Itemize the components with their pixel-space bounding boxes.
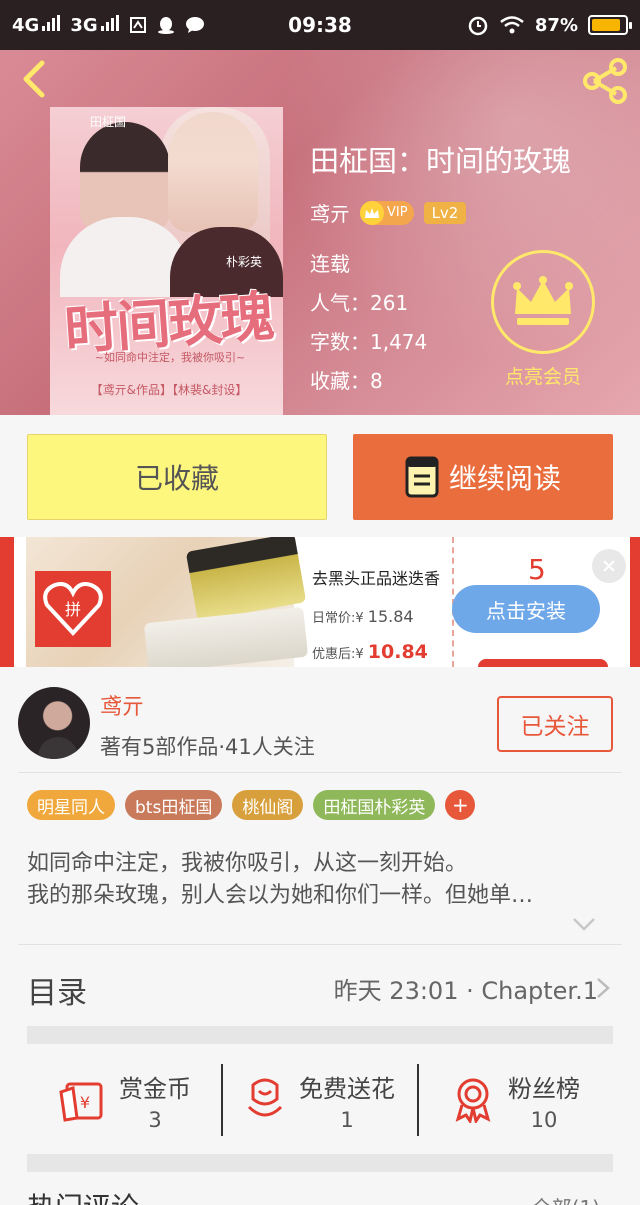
book-title: 田柾国：时间的玫瑰 [310, 144, 572, 178]
description-line: 我的那朵玫瑰，别人会以为她和你们一样。但她单… [27, 883, 534, 908]
alarm-icon [468, 16, 488, 36]
cover-subtitle: ~如同命中注定，我被你吸引~ [94, 351, 246, 364]
book-description[interactable]: 如同命中注定，我被你吸引，从这一刻开始。 我的那朵玫瑰，别人会以为她和你们一样。… [27, 848, 617, 912]
stat-label: 免费送花 [299, 1074, 395, 1103]
status-bar: 4G 3G 09:38 87% [0, 0, 640, 50]
vip-badge: VIP [360, 200, 414, 225]
continue-reading-label: 继续阅读 [448, 462, 561, 495]
divider [18, 772, 622, 773]
coin-bag-icon: ¥ [59, 1082, 103, 1122]
ad-close-button[interactable] [592, 549, 626, 583]
ad-sale-price: 优惠后:¥ 10.84 [312, 641, 428, 663]
stat-reward-coins[interactable]: ¥ 赏金币 3 [27, 1069, 221, 1132]
member-button[interactable]: 点亮会员 [488, 250, 598, 395]
flower-icon [247, 1078, 283, 1117]
book-cover[interactable]: 田柾国 朴彩英 时间玫瑰 ~如同命中注定，我被你吸引~ 【鸢亓&作品】【林裴&封… [50, 107, 283, 415]
book-header: 田柾国 朴彩英 时间玫瑰 ~如同命中注定，我被你吸引~ 【鸢亓&作品】【林裴&封… [0, 50, 640, 415]
popularity: 人气：261 [310, 291, 409, 315]
word-count: 字数：1,474 [310, 330, 428, 354]
wifi-icon [500, 16, 524, 34]
section-divider [27, 1026, 613, 1044]
cover-credits: 【鸢亓&作品】【林裴&封设】 [90, 383, 248, 397]
latest-chapter: 昨天 23:01 · Chapter.1 [333, 977, 598, 1005]
network-3g: 3G [70, 14, 119, 36]
tag-item[interactable]: 桃仙阁 [232, 790, 304, 820]
avatar[interactable] [18, 687, 90, 759]
close-icon [603, 560, 615, 572]
followed-button[interactable]: 已关注 [497, 696, 613, 752]
share-button[interactable] [580, 58, 630, 104]
network-4g: 4G [12, 14, 61, 36]
tag-list: 明星同人 bts田柾国 桃仙阁 田柾国朴彩英 + [27, 790, 476, 820]
author-row: 鸢亓 VIP Lv2 [310, 198, 467, 227]
chevron-left-icon [23, 60, 45, 98]
toc-label: 目录 [27, 976, 87, 1011]
stat-value: 10 [530, 1107, 558, 1132]
book-status: 连载 [310, 252, 350, 276]
continue-reading-button[interactable]: 继续阅读 [353, 434, 613, 520]
svg-text:¥: ¥ [80, 1093, 90, 1112]
author-name[interactable]: 鸢亓 [310, 198, 350, 227]
ad-regular-price: 日常价:¥ 15.84 [312, 607, 414, 626]
tag-item[interactable]: 明星同人 [27, 790, 115, 820]
member-label: 点亮会员 [504, 366, 581, 388]
crown-icon [513, 276, 573, 325]
tag-item[interactable]: 田柾国朴彩英 [313, 790, 436, 820]
pinduoduo-logo: 拼 [35, 571, 111, 647]
reward-stats: ¥ 赏金币 3 免费送花 1 粉丝榜 10 [27, 1045, 613, 1155]
description-line: 如同命中注定，我被你吸引，从这一刻开始。 [27, 851, 468, 876]
author-card-name[interactable]: 鸢亓 [100, 689, 144, 721]
battery-icon [588, 15, 632, 35]
tag-item[interactable]: bts田柾国 [125, 790, 223, 820]
favorited-button[interactable]: 已收藏 [27, 434, 327, 520]
add-tag-button[interactable]: + [445, 790, 476, 820]
all-comments-link[interactable]: 全部(1) [532, 1192, 600, 1205]
battery-fill [592, 19, 620, 31]
hot-comments-title: 热门评论 [27, 1186, 139, 1205]
cover-tag-left: 田柾国 [90, 115, 127, 129]
ad-banner[interactable]: 拼 去黑头正品迷迭香 日常价:¥ 15.84 优惠后:¥ 10.84 5 点击安… [0, 537, 640, 667]
svg-text:拼: 拼 [65, 600, 81, 619]
stat-value: 1 [340, 1107, 354, 1132]
book-icon [405, 456, 439, 498]
stat-label: 赏金币 [119, 1074, 191, 1103]
crown-icon [360, 200, 384, 225]
author-stats: 著有5部作品·41人关注 [100, 735, 315, 759]
action-bar: 已收藏 继续阅读 [0, 415, 640, 537]
chevron-right-icon [597, 978, 610, 998]
nfc-icon [129, 17, 146, 33]
favorite-count: 收藏：8 [310, 369, 383, 393]
award-ribbon-icon [455, 1078, 491, 1123]
share-icon [583, 58, 627, 104]
qq-icon [157, 17, 174, 34]
stat-free-flowers[interactable]: 免费送花 1 [223, 1069, 417, 1132]
ad-install-button[interactable]: 点击安装 [452, 585, 600, 633]
level-badge: Lv2 [423, 201, 467, 224]
table-of-contents-row[interactable]: 目录 昨天 23:01 · Chapter.1 [0, 945, 640, 1025]
chevron-down-icon [573, 918, 595, 931]
ad-title: 去黑头正品迷迭香 [312, 569, 441, 588]
expand-button[interactable] [572, 916, 596, 935]
back-button[interactable] [14, 56, 54, 102]
cover-tag-right: 朴彩英 [226, 255, 263, 269]
stat-value: 3 [148, 1107, 162, 1132]
chat-icon [185, 17, 204, 33]
battery-percent: 87% [534, 14, 578, 36]
stat-label: 粉丝榜 [508, 1074, 580, 1103]
section-divider [27, 1154, 613, 1172]
author-card: 鸢亓 著有5部作品·41人关注 已关注 [0, 667, 640, 772]
stat-fan-ranking[interactable]: 粉丝榜 10 [419, 1069, 613, 1132]
ad-partial-number: 5 [528, 553, 546, 586]
